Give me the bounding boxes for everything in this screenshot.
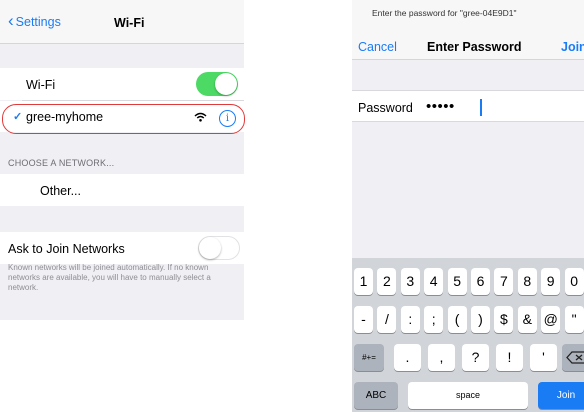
key-11[interactable]: - xyxy=(354,306,373,333)
password-prompt: Enter the password for "gree-04E9D1" xyxy=(372,8,517,18)
key-18[interactable]: & xyxy=(517,306,537,333)
key-8[interactable]: 8 xyxy=(517,268,537,295)
key-13[interactable]: : xyxy=(400,306,420,333)
wifi-label: Wi-Fi xyxy=(26,78,56,92)
abc-key[interactable]: ABC xyxy=(354,382,398,409)
ask-label: Ask to Join Networks xyxy=(8,242,125,256)
key-5[interactable]: 5 xyxy=(447,268,467,295)
key-10[interactable]: 0 xyxy=(564,268,584,295)
ask-to-join-toggle[interactable] xyxy=(198,236,240,260)
space-key[interactable]: space xyxy=(408,382,528,409)
key-19[interactable]: @ xyxy=(541,306,561,333)
key-21[interactable]: . xyxy=(394,344,421,371)
key-25[interactable]: ' xyxy=(530,344,557,371)
toggle-knob xyxy=(215,73,237,95)
key-20[interactable]: " xyxy=(564,306,584,333)
back-label: Settings xyxy=(15,15,61,29)
keyboard-join-key[interactable]: Join xyxy=(538,382,584,409)
key-24[interactable]: ! xyxy=(496,344,523,371)
chevron-left-icon: ‹ xyxy=(8,11,14,30)
key-9[interactable]: 9 xyxy=(541,268,561,295)
other-network-row[interactable]: Other... xyxy=(0,174,244,206)
page-title: Wi-Fi xyxy=(114,16,145,30)
wifi-toggle[interactable] xyxy=(196,72,238,96)
key-17[interactable]: $ xyxy=(494,306,514,333)
nav-bar: Enter the password for "gree-04E9D1" Can… xyxy=(352,0,584,60)
key-14[interactable]: ; xyxy=(424,306,444,333)
wifi-settings-screen: ‹ Settings Wi-Fi Wi-Fi ✓ gree-myhome i C… xyxy=(0,0,245,320)
key-6[interactable]: 6 xyxy=(471,268,490,295)
ask-to-join-row: Ask to Join Networks xyxy=(0,232,244,264)
delete-icon[interactable] xyxy=(562,344,584,371)
nav-bar: ‹ Settings Wi-Fi xyxy=(0,0,244,44)
page-title: Enter Password xyxy=(427,40,522,54)
other-label: Other... xyxy=(40,184,81,198)
key-23[interactable]: ? xyxy=(462,344,489,371)
highlight-ring xyxy=(2,104,245,134)
key-16[interactable]: ) xyxy=(471,306,490,333)
password-field[interactable]: Password ••••• xyxy=(352,90,584,122)
password-value: ••••• xyxy=(426,98,455,115)
key-12[interactable]: / xyxy=(377,306,397,333)
symbols-key[interactable]: #+= xyxy=(354,344,384,371)
key-7[interactable]: 7 xyxy=(494,268,514,295)
key-22[interactable]: , xyxy=(428,344,455,371)
key-4[interactable]: 4 xyxy=(424,268,444,295)
back-button[interactable]: ‹ Settings xyxy=(8,11,61,30)
key-15[interactable]: ( xyxy=(447,306,467,333)
toggle-knob xyxy=(199,237,221,259)
password-label: Password xyxy=(358,101,413,115)
enter-password-screen: Enter the password for "gree-04E9D1" Can… xyxy=(352,0,584,412)
footnote: Known networks will be joined automatica… xyxy=(8,263,211,292)
cancel-button[interactable]: Cancel xyxy=(358,40,397,54)
key-1[interactable]: 1 xyxy=(354,268,373,295)
section-header: CHOOSE A NETWORK... xyxy=(8,158,115,168)
key-2[interactable]: 2 xyxy=(377,268,397,295)
join-button[interactable]: Join xyxy=(561,40,584,54)
key-3[interactable]: 3 xyxy=(400,268,420,295)
wifi-toggle-row: Wi-Fi xyxy=(0,68,244,100)
keyboard: 1234567890 - /:;() $ & @ " #+= .,?! ' ABC spac… xyxy=(352,258,584,412)
text-caret xyxy=(480,99,482,116)
